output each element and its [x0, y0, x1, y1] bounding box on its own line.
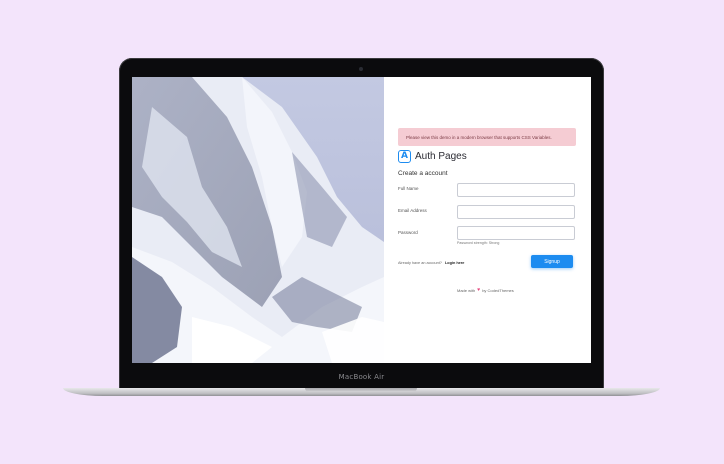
logo-text: Auth Pages	[415, 151, 467, 162]
password-input[interactable]	[457, 226, 575, 240]
mockup-stage: Please view this demo in a modern browse…	[0, 0, 724, 464]
email-input[interactable]	[457, 205, 575, 219]
password-strength-text: Password strength: Strong	[457, 241, 500, 245]
webcam-icon	[359, 67, 363, 71]
email-label: Email Address	[398, 208, 427, 213]
alert-text: Please view this demo in a modern browse…	[406, 134, 552, 140]
laptop-chin: MacBook Air	[119, 363, 604, 391]
laptop-notch	[305, 388, 417, 392]
full-name-input[interactable]	[457, 183, 575, 197]
login-link[interactable]: Login here	[445, 261, 464, 265]
laptop-screen: Please view this demo in a modern browse…	[132, 77, 591, 363]
laptop-lid: Please view this demo in a modern browse…	[119, 58, 604, 391]
mountain-image	[132, 77, 384, 363]
app-logo[interactable]: A Auth Pages	[398, 150, 467, 163]
login-prompt-text: Already have an account?	[398, 261, 442, 265]
signup-panel: Please view this demo in a modern browse…	[384, 77, 591, 363]
form-title: Create a account	[398, 170, 448, 177]
footer-credit: Made with ♥ by CodedThemes	[457, 287, 514, 293]
heart-icon: ♥	[477, 287, 481, 293]
footer-by[interactable]: by CodedThemes	[482, 288, 514, 293]
password-label: Password	[398, 230, 418, 235]
mountain-illustration	[132, 77, 384, 363]
full-name-label: Full Name	[398, 186, 419, 191]
login-prompt: Already have an account? Login here	[398, 261, 464, 265]
auth-pages-logo-icon: A	[398, 150, 411, 163]
footer-made-with: Made with	[457, 287, 476, 293]
laptop-brand-label: MacBook Air	[338, 373, 385, 381]
signup-button[interactable]: Signup	[531, 255, 573, 268]
browser-support-alert: Please view this demo in a modern browse…	[398, 128, 576, 146]
